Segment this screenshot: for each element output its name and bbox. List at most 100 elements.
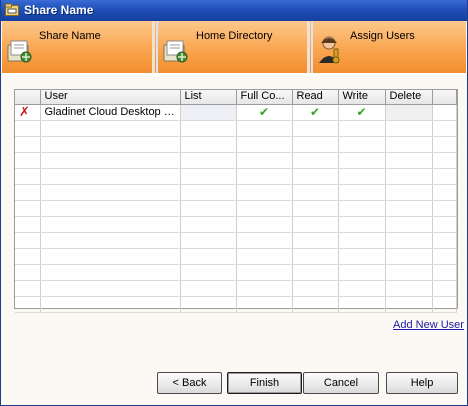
empty-cell[interactable]	[40, 216, 181, 233]
empty-cell[interactable]	[180, 248, 237, 265]
delete-x-icon[interactable]: ✗	[19, 104, 30, 119]
cell-user[interactable]: Gladinet Cloud Desktop In...	[40, 104, 181, 121]
empty-cell[interactable]	[236, 168, 293, 185]
table-row-empty[interactable]	[15, 152, 457, 169]
empty-cell[interactable]	[236, 136, 293, 153]
empty-cell[interactable]	[236, 200, 293, 217]
empty-cell[interactable]	[338, 216, 386, 233]
table-row[interactable]: ✗ Gladinet Cloud Desktop In... ✔ ✔ ✔	[15, 104, 457, 121]
table-row-empty[interactable]	[15, 136, 457, 153]
empty-cell[interactable]	[338, 280, 386, 297]
step-assign-users[interactable]: Assign Users	[311, 21, 466, 73]
empty-cell[interactable]	[292, 264, 339, 281]
empty-cell[interactable]	[338, 232, 386, 249]
empty-cell[interactable]	[40, 280, 181, 297]
table-row-empty[interactable]	[15, 296, 457, 313]
empty-cell[interactable]	[40, 200, 181, 217]
table-row-empty[interactable]	[15, 168, 457, 185]
row-marker[interactable]: ✗	[15, 104, 41, 121]
empty-cell[interactable]	[40, 136, 181, 153]
back-button[interactable]: < Back	[157, 372, 222, 394]
empty-cell[interactable]	[236, 248, 293, 265]
empty-cell[interactable]	[40, 232, 181, 249]
table-row-empty[interactable]	[15, 232, 457, 249]
empty-cell[interactable]	[15, 152, 41, 169]
empty-cell[interactable]	[385, 248, 433, 265]
empty-cell[interactable]	[292, 168, 339, 185]
empty-cell[interactable]	[40, 168, 181, 185]
checkbox-list[interactable]	[180, 104, 237, 121]
empty-cell[interactable]	[15, 216, 41, 233]
user-permissions-grid[interactable]: User List Full Co... Read Write Delete ✗…	[14, 89, 458, 313]
empty-cell[interactable]	[385, 184, 433, 201]
empty-cell[interactable]	[338, 264, 386, 281]
step-home-directory[interactable]: Home Directory	[156, 21, 310, 73]
empty-cell[interactable]	[180, 152, 237, 169]
empty-cell[interactable]	[15, 184, 41, 201]
table-row-empty[interactable]	[15, 200, 457, 217]
empty-cell[interactable]	[15, 232, 41, 249]
empty-cell[interactable]	[385, 136, 433, 153]
empty-cell[interactable]	[236, 216, 293, 233]
empty-cell[interactable]	[180, 232, 237, 249]
empty-cell[interactable]	[236, 232, 293, 249]
empty-cell[interactable]	[180, 168, 237, 185]
empty-cell[interactable]	[385, 168, 433, 185]
empty-cell[interactable]	[180, 280, 237, 297]
empty-cell[interactable]	[292, 184, 339, 201]
column-header-user[interactable]: User	[40, 90, 181, 105]
empty-cell[interactable]	[180, 184, 237, 201]
table-row-empty[interactable]	[15, 280, 457, 297]
empty-cell[interactable]	[338, 200, 386, 217]
empty-cell[interactable]	[180, 136, 237, 153]
empty-cell[interactable]	[385, 152, 433, 169]
empty-cell[interactable]	[338, 248, 386, 265]
empty-cell[interactable]	[15, 264, 41, 281]
empty-cell[interactable]	[292, 248, 339, 265]
empty-cell[interactable]	[15, 296, 41, 313]
column-header-full-control[interactable]: Full Co...	[236, 90, 293, 105]
help-button[interactable]: Help	[386, 372, 458, 394]
empty-cell[interactable]	[40, 120, 181, 137]
empty-cell[interactable]	[40, 296, 181, 313]
empty-cell[interactable]	[180, 200, 237, 217]
table-row-empty[interactable]	[15, 248, 457, 265]
empty-cell[interactable]	[385, 200, 433, 217]
cancel-button[interactable]: Cancel	[303, 372, 379, 394]
empty-cell[interactable]	[292, 280, 339, 297]
empty-cell[interactable]	[292, 120, 339, 137]
title-bar[interactable]: Share Name	[1, 0, 467, 21]
empty-cell[interactable]	[292, 296, 339, 313]
empty-cell[interactable]	[292, 216, 339, 233]
empty-cell[interactable]	[385, 264, 433, 281]
empty-cell[interactable]	[385, 280, 433, 297]
table-row-empty[interactable]	[15, 120, 457, 137]
empty-cell[interactable]	[338, 296, 386, 313]
empty-cell[interactable]	[236, 184, 293, 201]
empty-cell[interactable]	[180, 296, 237, 313]
column-header-delete[interactable]: Delete	[385, 90, 433, 105]
empty-cell[interactable]	[15, 168, 41, 185]
empty-cell[interactable]	[292, 152, 339, 169]
empty-cell[interactable]	[40, 248, 181, 265]
empty-cell[interactable]	[292, 136, 339, 153]
empty-cell[interactable]	[15, 120, 41, 137]
empty-cell[interactable]	[385, 216, 433, 233]
empty-cell[interactable]	[292, 200, 339, 217]
table-row-empty[interactable]	[15, 216, 457, 233]
empty-cell[interactable]	[236, 264, 293, 281]
finish-button[interactable]: Finish	[227, 372, 302, 394]
empty-cell[interactable]	[15, 280, 41, 297]
empty-cell[interactable]	[180, 264, 237, 281]
empty-cell[interactable]	[338, 152, 386, 169]
empty-cell[interactable]	[180, 216, 237, 233]
column-header-read[interactable]: Read	[292, 90, 339, 105]
empty-cell[interactable]	[338, 168, 386, 185]
empty-cell[interactable]	[236, 280, 293, 297]
empty-cell[interactable]	[236, 152, 293, 169]
add-new-user-link[interactable]: Add New User	[393, 319, 464, 331]
empty-cell[interactable]	[385, 120, 433, 137]
empty-cell[interactable]	[236, 296, 293, 313]
empty-cell[interactable]	[40, 152, 181, 169]
checkbox-full-control[interactable]: ✔	[236, 104, 293, 121]
